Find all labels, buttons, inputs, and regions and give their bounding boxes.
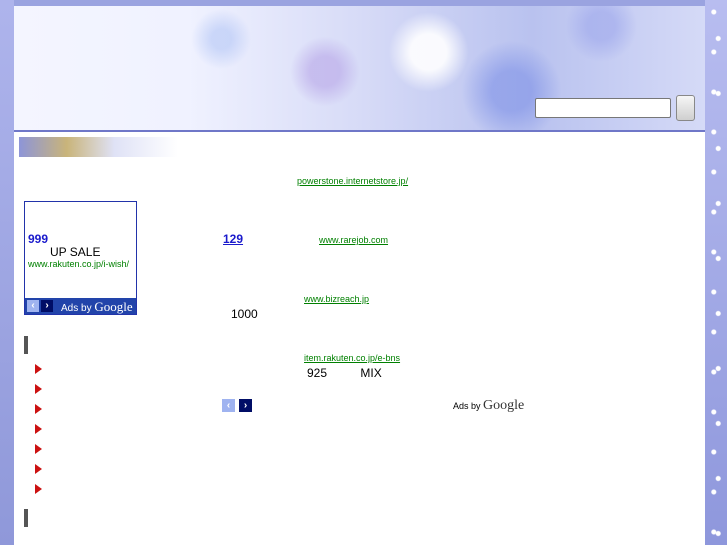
ad-title-link[interactable] [223, 175, 293, 186]
menu-arrow-icon [35, 364, 42, 374]
ad-url-link[interactable]: item.rakuten.co.jp/e-bns [304, 353, 400, 363]
ad-url[interactable]: www.rakuten.co.jp/i-wish/ [28, 259, 129, 269]
menu-arrow-icon [35, 484, 42, 494]
right-background-strip [705, 0, 727, 545]
ad-url-link[interactable]: www.rarejob.com [319, 235, 388, 245]
ads-by-google-label[interactable]: Ads by Google [453, 398, 524, 414]
chevron-left-icon[interactable]: ‹ [222, 399, 235, 412]
ad-nav-bar: ‹ › Ads by Google [25, 298, 136, 314]
ads-by-google-label[interactable]: Ads by Google [61, 299, 133, 315]
site-header [14, 0, 705, 132]
section-banner-image [19, 137, 178, 157]
header-top-strip [14, 0, 705, 6]
search-button[interactable] [676, 95, 695, 121]
sidebar-ad-box[interactable]: 999 UP SALE www.rakuten.co.jp/i-wish/ ‹ … [24, 201, 137, 315]
ad-url-link[interactable]: powerstone.internetstore.jp/ [297, 176, 408, 186]
section-marker [24, 336, 28, 354]
chevron-right-icon[interactable]: › [41, 300, 53, 312]
ad-title-link[interactable]: 129 [223, 232, 313, 246]
menu-arrow-icon [35, 464, 42, 474]
menu-arrow-icon [35, 384, 42, 394]
left-background-strip [0, 0, 14, 545]
ad-url-link[interactable]: www.bizreach.jp [304, 294, 369, 304]
chevron-right-icon[interactable]: › [239, 399, 252, 412]
ad-title-link[interactable] [223, 292, 299, 304]
section-marker [24, 509, 28, 527]
ad-description: 925 MIX [307, 366, 382, 380]
ad-description: 1000 [231, 307, 258, 321]
ad-sale-text: UP SALE [50, 245, 101, 259]
ad-title-link[interactable] [223, 351, 299, 363]
chevron-left-icon[interactable]: ‹ [27, 300, 39, 312]
search-input[interactable] [535, 98, 671, 118]
menu-arrow-icon [35, 404, 42, 414]
menu-arrow-icon [35, 424, 42, 434]
main-content: 999 UP SALE www.rakuten.co.jp/i-wish/ ‹ … [14, 132, 705, 545]
menu-arrow-icon [35, 444, 42, 454]
ad-price[interactable]: 999 [28, 232, 48, 246]
